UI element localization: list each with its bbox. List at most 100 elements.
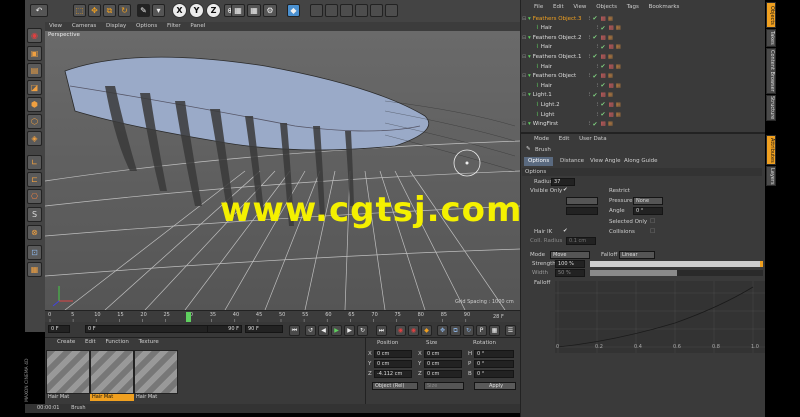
angle-field[interactable]: 0 ° [633,207,663,215]
rotate-tool-icon[interactable]: ↻ [118,4,131,17]
object-row[interactable]: ⌇ Light.2 ⁝ ✔ ▩ ▦ [522,100,752,109]
material-tag-icon[interactable]: ▦ [608,54,613,60]
strength-slider[interactable] [590,261,763,267]
autokey-button[interactable]: ◉ [408,325,419,336]
collisions-checkbox[interactable]: □ [650,228,655,234]
tag-icon[interactable]: ▩ [601,73,606,79]
undo-button[interactable]: ↶ [30,4,48,17]
om-bookmarks-menu[interactable]: Bookmarks [649,4,680,10]
playhead-marker[interactable] [186,312,191,322]
viewport[interactable]: Perspective Grid Spacing : 1000 cm [45,31,520,310]
keyframe-selection-button[interactable]: ◆ [421,325,432,336]
enabled-check-icon[interactable]: ✔ [593,34,598,41]
timeline-menu-button[interactable]: ☰ [505,325,516,336]
object-row[interactable]: ⊟ ▾ Feathers Object.2 ⁝ ✔ ▩ ▦ [522,33,752,42]
light-tool-icon[interactable] [385,4,398,17]
pla-key-button[interactable]: ▦ [489,325,500,336]
tag-icon[interactable]: ▩ [608,112,613,118]
object-row[interactable]: ⊟ ▾ Feathers Object.3 ⁝ ✔ ▩ ▦ [522,14,752,23]
object-row[interactable]: ⌇ Light ⁝ ✔ ▩ ▦ [522,110,752,119]
pos-z-field[interactable]: -4.112 cm [374,370,412,378]
tag-icon[interactable]: ▩ [601,16,606,22]
grid-icon[interactable]: ▦ [27,262,42,277]
tab-content-browser-vertical[interactable]: Content Browser [766,48,776,94]
material-tag-icon[interactable]: ▦ [608,92,613,98]
falloff-graph[interactable] [555,281,765,353]
material-tag-icon[interactable]: ▦ [608,121,613,127]
material-tag-icon[interactable]: ▦ [616,44,621,50]
scene-tool-icon[interactable] [355,4,368,17]
attr-edit-menu[interactable]: Edit [559,136,570,142]
end-range-field[interactable]: 90 F [207,325,242,333]
enabled-check-icon[interactable]: ✔ [593,15,598,22]
tab-along-guide[interactable]: Along Guide [620,157,662,166]
position-key-button[interactable]: ✥ [437,325,448,336]
rotation-key-button[interactable]: ↻ [463,325,474,336]
spline-tool-icon[interactable] [310,4,323,17]
tab-options[interactable]: Options [524,157,554,166]
attr-userdata-menu[interactable]: User Data [579,136,606,142]
filter-menu[interactable]: Filter [167,23,181,29]
rot-p-field[interactable]: 0 ° [474,360,514,368]
tag-icon[interactable]: ▩ [608,83,613,89]
tag-icon[interactable]: ▩ [601,35,606,41]
width-slider[interactable] [590,270,763,276]
enabled-check-icon[interactable]: ✔ [600,82,605,89]
max-frame-field[interactable]: 90 F [245,325,283,333]
function-menu[interactable]: Function [105,339,128,345]
visibility-dots-icon[interactable]: ⁝ [597,112,599,118]
material-swatch-2[interactable] [90,350,134,394]
live-selection-icon[interactable]: ⬚ [73,4,86,17]
object-row[interactable]: ⌇ Hair ⁝ ✔ ▩ ▦ [522,81,752,90]
tweak-mode-icon[interactable]: ⊏ [27,172,42,187]
visibility-dots-icon[interactable]: ⁝ [597,25,599,31]
tab-takes-vertical[interactable]: Takes [766,29,776,47]
go-to-start-button[interactable]: ⏮ [289,325,300,336]
edges-mode-icon[interactable]: ⬡ [27,114,42,129]
object-row[interactable]: ⊟ ▾ Feathers Object ⁝ ✔ ▩ ▦ [522,72,752,81]
texture-mode-icon[interactable]: ▤ [27,63,42,78]
tag-icon[interactable]: ▩ [601,121,606,127]
enabled-check-icon[interactable]: ✔ [600,44,605,51]
y-axis-button[interactable]: Y [189,3,204,18]
scale-tool-icon[interactable]: ⧉ [103,4,116,17]
visibility-dots-icon[interactable]: ⁝ [589,16,591,22]
radius-field[interactable]: 37 [551,178,575,186]
coll-radius-field[interactable]: 0.1 cm [566,237,596,245]
visibility-dots-icon[interactable]: ⁝ [597,44,599,50]
size-z-field[interactable]: 0 cm [424,370,462,378]
tag-icon[interactable]: ▩ [601,54,606,60]
start-frame-field[interactable]: 0 F [48,325,70,333]
rot-h-field[interactable]: 0 ° [474,350,514,358]
enabled-check-icon[interactable]: ✔ [600,63,605,70]
material-label-2[interactable]: Hair Mat [90,394,134,401]
tag-icon[interactable]: ▩ [601,92,606,98]
rot-b-field[interactable]: 0 ° [474,370,514,378]
enabled-check-icon[interactable]: ✔ [593,53,598,60]
material-tag-icon[interactable]: ▦ [616,25,621,31]
tab-attributes-vertical[interactable]: Attributes [766,135,776,165]
visible-only-checkbox[interactable]: ✔ [563,187,568,193]
visibility-dots-icon[interactable]: ⁝ [597,64,599,70]
axis-mode-icon[interactable]: ∟ [27,155,42,170]
object-row[interactable]: ⊟ ▾ Light.1 ⁝ ✔ ▩ ▦ [522,91,752,100]
render-view-icon[interactable]: ▦ [231,4,245,17]
material-tag-icon[interactable]: ▦ [608,35,613,41]
recent-tool-icon[interactable]: ▾ [152,4,165,17]
hidden-field[interactable] [566,207,598,215]
edit-render-settings-icon[interactable]: ⚙ [263,4,277,17]
enabled-check-icon[interactable]: ✔ [593,121,598,128]
om-tags-menu[interactable]: Tags [627,4,639,10]
options-menu[interactable]: Options [136,23,157,29]
cube-object-icon[interactable]: ◆ [287,4,300,17]
om-edit-menu[interactable]: Edit [553,4,564,10]
play-button[interactable]: ▶ [331,325,342,336]
material-tag-icon[interactable]: ▦ [608,16,613,22]
points-mode-icon[interactable]: ⬢ [27,97,42,112]
object-row[interactable]: ⌇ Hair ⁝ ✔ ▩ ▦ [522,62,752,71]
record-active-button[interactable]: ◉ [395,325,406,336]
tab-layers-vertical[interactable]: Layers [766,166,776,186]
apply-button[interactable]: Apply [474,382,516,390]
display-menu[interactable]: Display [106,23,126,29]
material-label-1[interactable]: Hair Mat [46,394,90,401]
